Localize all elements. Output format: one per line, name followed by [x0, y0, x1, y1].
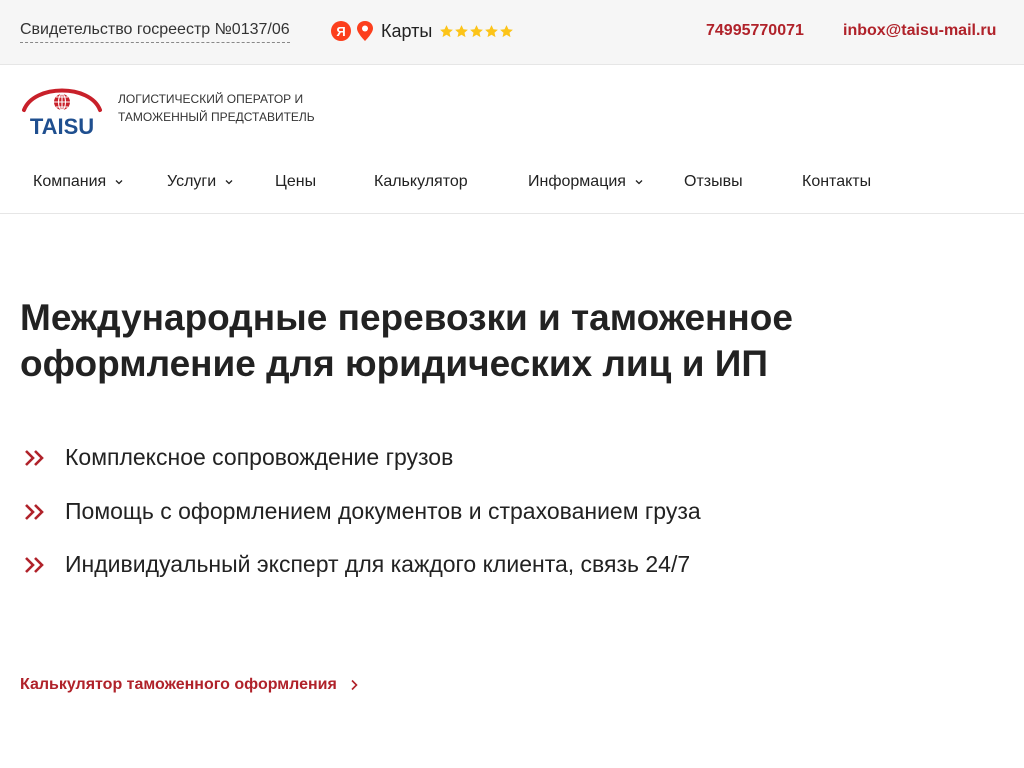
page-title-line-1: Международные перевозки и таможенное — [20, 297, 793, 338]
taisu-logo[interactable]: TAISU — [20, 82, 104, 136]
tagline-line-2: таможенный представитель — [118, 110, 315, 124]
nav-item-label: Контакты — [802, 173, 872, 190]
chevron-down-icon — [115, 180, 123, 185]
rating-stars — [439, 24, 514, 39]
nav-item-label: Цены — [275, 173, 317, 190]
calc-link-label: Калькулятор таможенного оформления — [20, 676, 337, 693]
certificate-link[interactable]: Свидетельство госреестр №0137/06 — [20, 20, 290, 43]
chevron-down-icon — [635, 180, 643, 185]
nav-item-label: Калькулятор — [374, 173, 468, 190]
nav-item-calculator[interactable]: Калькулятор — [374, 172, 468, 192]
benefit-text: Помощь с оформлением документов и страхо… — [65, 497, 701, 524]
star-icon — [455, 24, 469, 37]
logo-text: TAISU — [30, 114, 94, 136]
top-bar: Свидетельство госреестр №0137/06 Я Карты… — [0, 0, 1024, 65]
list-item: Индивидуальный эксперт для каждого клиен… — [20, 547, 920, 601]
maps-label: Карты — [381, 21, 433, 41]
star-icon — [470, 24, 484, 37]
tagline-line-1: Логистический оператор и — [118, 92, 304, 106]
double-chevron-right-icon — [25, 503, 44, 520]
benefit-text: Индивидуальный эксперт для каждого клиен… — [65, 551, 691, 577]
email-link[interactable]: inbox@taisu-mail.ru — [843, 21, 996, 41]
chevron-down-icon — [225, 180, 233, 185]
yandex-maps-rating[interactable]: Я Карты — [331, 19, 514, 43]
nav-item-contacts[interactable]: Контакты — [802, 172, 871, 192]
star-icon — [500, 24, 514, 37]
phone-link[interactable]: 74995770071 — [706, 21, 804, 41]
list-item: Помощь с оформлением документов и страхо… — [20, 494, 920, 548]
nav-item-services[interactable]: Услуги — [167, 172, 234, 192]
chevron-right-icon — [351, 679, 358, 691]
customs-calculator-link[interactable]: Калькулятор таможенного оформления — [20, 675, 359, 695]
benefit-text: Комплексное сопровождение грузов — [65, 444, 454, 470]
map-pin-icon — [357, 21, 373, 41]
nav-item-label: Компания — [33, 173, 107, 190]
nav-item-reviews[interactable]: Отзывы — [684, 172, 743, 192]
nav-item-label: Услуги — [167, 173, 217, 190]
nav-item-information[interactable]: Информация — [528, 172, 644, 192]
company-tagline: Логистический оператор и таможенный пред… — [118, 90, 315, 126]
list-item: Комплексное сопровождение грузов — [20, 440, 920, 494]
double-chevron-right-icon — [25, 450, 44, 466]
star-icon — [440, 24, 454, 37]
star-icon — [485, 24, 499, 37]
page-title-line-2: оформление для юридических лиц и ИП — [20, 343, 768, 384]
nav-item-label: Информация — [528, 173, 626, 190]
yandex-icon: Я — [331, 21, 351, 41]
nav-item-prices[interactable]: Цены — [275, 172, 316, 192]
nav-item-label: Отзывы — [684, 173, 743, 190]
benefits-list: Комплексное сопровождение грузов Помощь … — [20, 440, 920, 601]
nav-item-company[interactable]: Компания — [33, 172, 124, 192]
page-title: Международные перевозки и таможенное офо… — [20, 295, 980, 387]
main-nav: Компания Услуги Цены Калькулятор Информа… — [0, 160, 1024, 214]
double-chevron-right-icon — [25, 557, 44, 573]
